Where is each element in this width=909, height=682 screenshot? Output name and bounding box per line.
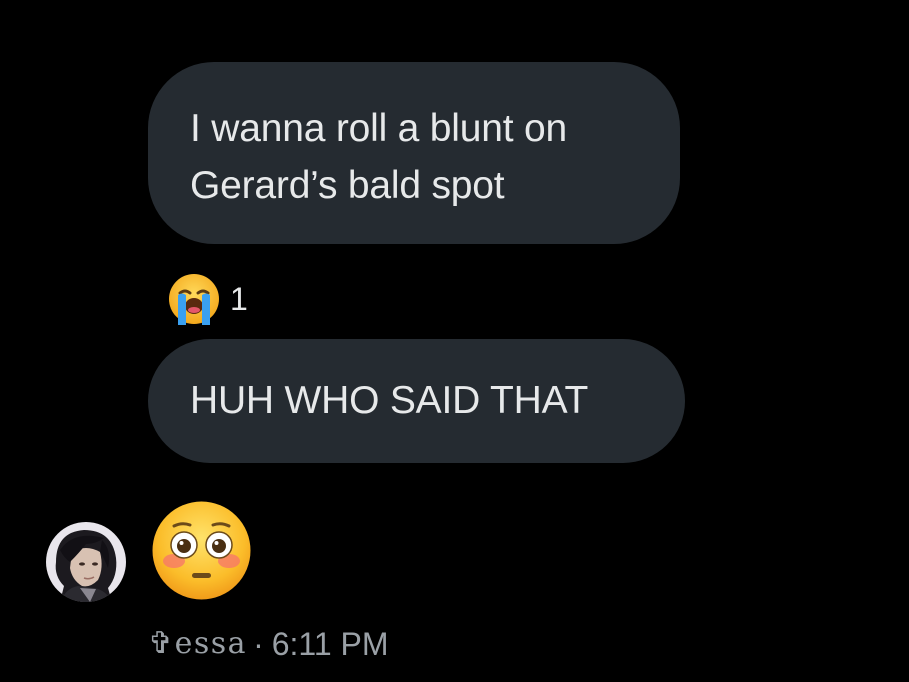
message-reaction[interactable]: 1 [167, 272, 248, 326]
message-bubble[interactable]: HUH WHO SAID THAT [148, 339, 685, 463]
profile-photo-icon [46, 522, 126, 602]
message-text-line: Gerard’s bald spot [190, 164, 505, 207]
sender-name[interactable]: ✞essa [148, 624, 247, 664]
message-meta: ✞essa · 6:11 PM [148, 624, 389, 664]
message-text: HUH WHO SAID THAT [190, 379, 589, 422]
message-timestamp: 6:11 PM [271, 626, 389, 662]
flushed-face-icon [152, 501, 251, 600]
loudly-crying-face-icon [169, 274, 219, 325]
message-bubble[interactable]: I wanna roll a blunt on Gerard’s bald sp… [148, 62, 680, 244]
avatar[interactable] [46, 522, 126, 602]
reaction-count: 1 [230, 281, 248, 317]
message-text-line: I wanna roll a blunt on [190, 107, 567, 150]
meta-separator: · [253, 626, 264, 662]
emoji-message[interactable] [150, 499, 253, 602]
